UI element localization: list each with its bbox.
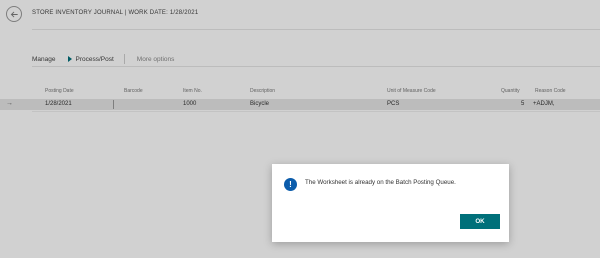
info-icon: ! bbox=[284, 178, 297, 191]
dialog-message: The Worksheet is already on the Batch Po… bbox=[305, 179, 456, 186]
ok-button[interactable]: OK bbox=[460, 214, 500, 229]
message-dialog: ! The Worksheet is already on the Batch … bbox=[272, 164, 509, 242]
